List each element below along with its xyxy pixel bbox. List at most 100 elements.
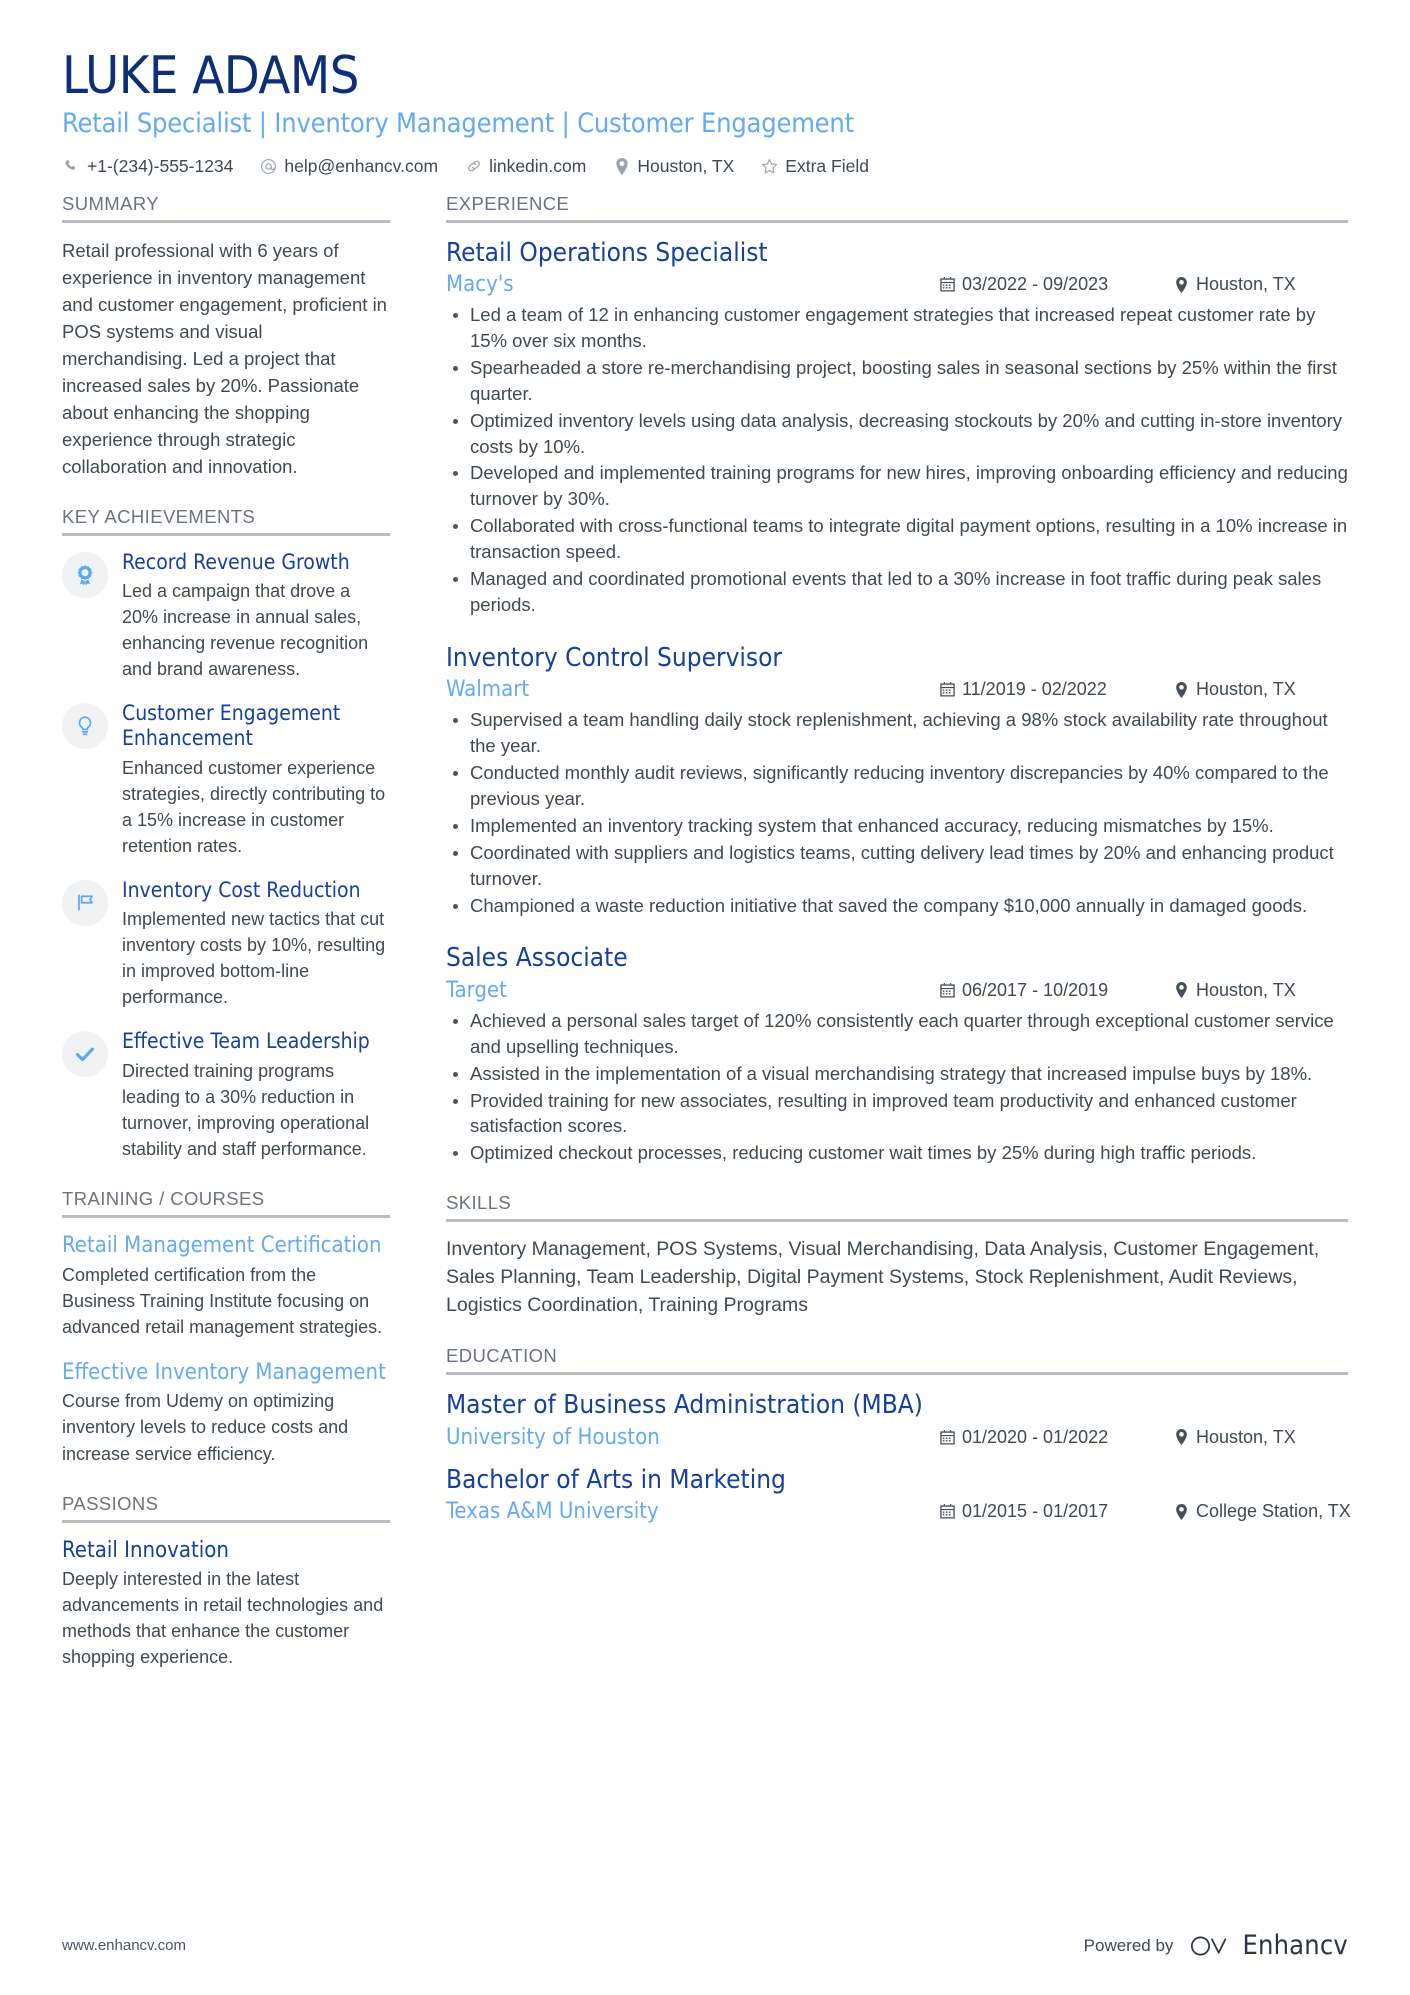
job-bullet: Developed and implemented training progr… (446, 460, 1348, 512)
right-column: EXPERIENCE Retail Operations Specialist … (414, 193, 1351, 1551)
job-bullet: Collaborated with cross-functional teams… (446, 513, 1348, 565)
candidate-name: LUKE ADAMS (62, 46, 359, 106)
email-icon (259, 157, 278, 176)
job-bullet: Conducted monthly audit reviews, signifi… (446, 760, 1348, 812)
resume-page: LUKE ADAMS Retail Specialist | Inventory… (0, 0, 1410, 1995)
job-bullet: Provided training for new associates, re… (446, 1088, 1348, 1140)
passions-heading: PASSIONS (62, 1492, 159, 1514)
job-bullet: Implemented an inventory tracking system… (446, 813, 1348, 839)
education-school: University of Houston (446, 1424, 660, 1450)
achievement-title: Record Revenue Growth (122, 549, 350, 574)
summary-heading: SUMMARY (62, 192, 160, 214)
course-title: Retail Management Certification (62, 1233, 382, 1259)
contact-location-text: Houston, TX (637, 155, 735, 176)
experience-entry: Inventory Control Supervisor Walmart 11/… (446, 642, 1348, 919)
achievement-title: Customer Engagement Enhancement (122, 701, 341, 751)
location-pin-icon (1173, 681, 1189, 698)
education-entry: Bachelor of Arts in Marketing Texas A&M … (446, 1464, 1351, 1525)
contact-email[interactable]: help@enhancv.com (259, 156, 438, 177)
footer-brand: Powered by Enhancv (1084, 1930, 1348, 1961)
achievement-item: Record Revenue Growth Led a campaign tha… (62, 550, 390, 683)
section-summary: SUMMARY Retail professional with 6 years… (62, 193, 390, 480)
job-title: Inventory Control Supervisor (446, 642, 783, 673)
experience-rule (446, 219, 1348, 223)
achievement-item: Customer Engagement Enhancement Enhanced… (62, 701, 390, 859)
job-bullet: Assisted in the implementation of a visu… (446, 1061, 1348, 1087)
education-location: Houston, TX (1173, 1427, 1348, 1448)
job-bullets: Achieved a personal sales target of 120%… (446, 1008, 1348, 1166)
skills-text: Inventory Management, POS Systems, Visua… (446, 1238, 1320, 1316)
section-education: EDUCATION Master of Business Administrat… (446, 1345, 1351, 1525)
section-skills: SKILLS Inventory Management, POS Systems… (446, 1192, 1348, 1319)
section-experience: EXPERIENCE Retail Operations Specialist … (446, 193, 1348, 1167)
enhancv-logo: Enhancv (1189, 1930, 1348, 1961)
job-bullet: Supervised a team handling daily stock r… (446, 707, 1348, 759)
job-bullet: Championed a waste reduction initiative … (446, 893, 1348, 919)
experience-entry: Sales Associate Target 06/2017 - 10/2019 (446, 942, 1348, 1166)
passion-title: Retail Innovation (62, 1537, 229, 1563)
contact-phone[interactable]: +1-(234)-555-1234 (62, 156, 233, 177)
contact-extra-field-text: Extra Field (785, 155, 869, 176)
job-bullet: Optimized inventory levels using data an… (446, 408, 1348, 460)
location-pin-icon (1173, 982, 1189, 999)
calendar-icon (939, 681, 955, 698)
job-location-text: Houston, TX (1196, 679, 1296, 700)
page-footer: www.enhancv.com Powered by Enhancv (62, 1930, 1348, 1961)
contact-email-text: help@enhancv.com (284, 155, 439, 176)
contact-linkedin[interactable]: linkedin.com (464, 156, 586, 177)
education-school: Texas A&M University (446, 1499, 659, 1525)
education-dates: 01/2015 - 01/2017 (939, 1501, 1149, 1522)
contact-extra-field: Extra Field (760, 156, 869, 177)
education-degree: Master of Business Administration (MBA) (446, 1390, 923, 1421)
job-title: Retail Operations Specialist (446, 237, 768, 268)
job-location: Houston, TX (1173, 274, 1348, 295)
job-dates: 11/2019 - 02/2022 (939, 679, 1149, 700)
education-location-text: Houston, TX (1196, 1426, 1296, 1447)
link-icon (464, 157, 483, 176)
achievement-body: Record Revenue Growth Led a campaign tha… (122, 550, 390, 683)
summary-rule (62, 219, 390, 223)
job-meta: Macy's 03/2022 - 09/2023 Houston, TX (446, 272, 1348, 297)
education-entry: Master of Business Administration (MBA) … (446, 1389, 1348, 1450)
education-dates-text: 01/2015 - 01/2017 (962, 1501, 1109, 1522)
education-dates: 01/2020 - 01/2022 (939, 1427, 1149, 1448)
achievement-body: Inventory Cost Reduction Implemented new… (122, 878, 390, 1011)
job-dates-text: 11/2019 - 02/2022 (962, 679, 1107, 700)
calendar-icon (939, 276, 955, 293)
job-location-text: Houston, TX (1196, 274, 1296, 295)
achievement-item: Effective Team Leadership Directed train… (62, 1029, 390, 1162)
candidate-tagline: Retail Specialist | Inventory Management… (62, 108, 854, 140)
achievement-description: Enhanced customer experience strategies,… (122, 757, 386, 856)
job-meta: Target 06/2017 - 10/2019 Houston, TX (446, 978, 1348, 1003)
job-dates: 06/2017 - 10/2019 (939, 980, 1149, 1001)
key-achievements-heading: KEY ACHIEVEMENTS (62, 505, 256, 527)
job-dates-text: 06/2017 - 10/2019 (962, 979, 1109, 1000)
flag-icon (62, 879, 108, 926)
skills-heading: SKILLS (446, 1192, 512, 1214)
job-company: Macy's (446, 272, 514, 298)
achievement-title: Inventory Cost Reduction (122, 877, 361, 902)
location-pin-icon (1173, 1503, 1189, 1520)
job-location: Houston, TX (1173, 980, 1348, 1001)
achievement-body: Effective Team Leadership Directed train… (122, 1029, 390, 1162)
skills-rule (446, 1219, 1348, 1223)
section-training-courses: TRAINING / COURSES Retail Management Cer… (62, 1188, 390, 1467)
job-bullets: Supervised a team handling daily stock r… (446, 707, 1348, 918)
experience-heading: EXPERIENCE (446, 192, 570, 214)
job-bullet: Achieved a personal sales target of 120%… (446, 1008, 1348, 1060)
education-meta: University of Houston 01/2020 - 01/2022 (446, 1425, 1348, 1450)
education-dates-text: 01/2020 - 01/2022 (962, 1426, 1109, 1447)
job-bullet: Managed and coordinated promotional even… (446, 566, 1348, 618)
passion-item: Retail Innovation Deeply interested in t… (62, 1537, 390, 1671)
job-company: Target (446, 977, 507, 1003)
course-description: Course from Udemy on optimizing inventor… (62, 1391, 349, 1464)
section-key-achievements: KEY ACHIEVEMENTS Record Revenue Growth L… (62, 506, 390, 1162)
course-item: Effective Inventory Management Course fr… (62, 1359, 390, 1467)
job-title: Sales Associate (446, 943, 628, 974)
star-icon (760, 157, 779, 176)
left-column: SUMMARY Retail professional with 6 years… (62, 193, 414, 1697)
education-rule (446, 1372, 1348, 1376)
check-icon (62, 1031, 108, 1078)
achievement-description: Led a campaign that drove a 20% increase… (122, 580, 369, 680)
footer-website-url[interactable]: www.enhancv.com (62, 1937, 186, 1954)
